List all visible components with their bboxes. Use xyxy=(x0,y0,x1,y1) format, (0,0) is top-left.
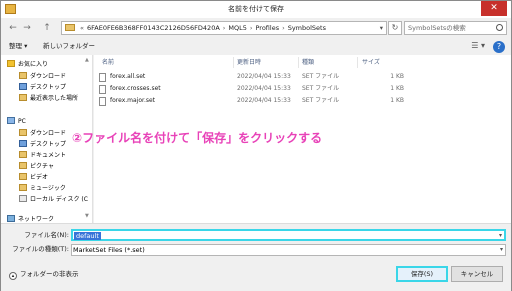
column-divider[interactable] xyxy=(233,57,234,68)
sidebar-item-pc-desktop[interactable]: デスクトップ xyxy=(19,140,66,150)
breadcrumb-separator: › xyxy=(282,24,285,32)
file-row[interactable]: forex.crosses.set 2022/04/04 15:33 SET フ… xyxy=(94,83,504,95)
pc-icon xyxy=(7,117,15,124)
file-name: forex.major.set xyxy=(110,97,156,104)
instruction-annotation: ②ファイル名を付けて「保存」をクリックする xyxy=(72,131,323,145)
chevron-down-icon[interactable]: ▾ xyxy=(500,245,503,255)
sidebar-item-videos[interactable]: ビデオ xyxy=(19,173,48,183)
sidebar-item-pc[interactable]: PC xyxy=(7,117,26,127)
file-type: SET ファイル xyxy=(302,97,340,104)
network-icon xyxy=(7,215,15,222)
save-dialog: 名前を付けて保存 ✕ ← → ↑ «6FAE0FE6B368FF0143C212… xyxy=(0,0,512,291)
address-bar[interactable]: «6FAE0FE6B368FF0143C2126D56FD420A › MQL5 › P… xyxy=(61,21,387,35)
file-icon xyxy=(99,97,106,106)
sidebar-item-desktop[interactable]: デスクトップ xyxy=(19,83,66,93)
folder-icon xyxy=(19,72,27,79)
folder-icon xyxy=(19,129,27,136)
sidebar-item-downloads[interactable]: ダウンロード xyxy=(19,72,66,82)
title-bar: 名前を付けて保存 ✕ xyxy=(1,1,511,18)
close-button[interactable]: ✕ xyxy=(481,1,507,16)
scroll-down-icon[interactable]: ▼ xyxy=(85,213,89,219)
file-size: 1 KB xyxy=(390,73,404,80)
folder-icon xyxy=(19,162,27,169)
search-icon xyxy=(496,24,503,31)
folder-icon xyxy=(19,83,27,90)
back-arrow-icon[interactable]: ← xyxy=(7,22,19,34)
window-title: 名前を付けて保存 xyxy=(228,5,284,13)
hide-folders-label: フォルダーの非表示 xyxy=(20,270,79,278)
file-row[interactable]: forex.major.set 2022/04/04 15:33 SET ファイ… xyxy=(94,95,504,107)
sidebar-item-recent-places[interactable]: 最近表示した場所 xyxy=(19,94,78,104)
star-icon xyxy=(7,60,15,67)
sidebar-item-network[interactable]: ネットワーク xyxy=(7,215,54,223)
column-header-modified[interactable]: 更新日時 xyxy=(237,58,261,67)
file-type: SET ファイル xyxy=(302,73,340,80)
sidebar-item-music[interactable]: ミュージック xyxy=(19,184,66,194)
column-divider[interactable] xyxy=(357,57,358,68)
sidebar-item-local-disk[interactable]: ローカル ディスク (C xyxy=(19,195,88,205)
filetype-value: MarketSet Files (*.set) xyxy=(73,246,145,254)
sidebar-item-documents[interactable]: ドキュメント xyxy=(19,151,66,161)
search-input[interactable]: SymbolSetsの検索 xyxy=(404,21,507,35)
help-icon[interactable]: ? xyxy=(493,41,505,53)
breadcrumb-mql5[interactable]: MQL5 xyxy=(228,24,246,32)
filetype-label: ファイルの種類(T): xyxy=(12,245,69,253)
organize-button[interactable]: 整理 ▾ xyxy=(9,41,27,52)
folder-icon xyxy=(19,140,27,147)
breadcrumb-symbolsets[interactable]: SymbolSets xyxy=(288,24,326,32)
file-name: forex.all.set xyxy=(110,73,146,80)
file-type: SET ファイル xyxy=(302,85,340,92)
folder-icon xyxy=(19,173,27,180)
folder-icon xyxy=(19,151,27,158)
filetype-select[interactable]: MarketSet Files (*.set) ▾ xyxy=(71,244,506,256)
view-options-icon[interactable]: ☰ ▾ xyxy=(471,41,485,51)
filename-value: default xyxy=(74,232,101,240)
folder-icon xyxy=(19,184,27,191)
toolbar: 整理 ▾ 新しいフォルダー ☰ ▾ ? xyxy=(1,38,511,55)
sidebar-item-favorites[interactable]: お気に入り xyxy=(7,60,48,70)
disk-icon xyxy=(19,195,27,202)
file-size: 1 KB xyxy=(390,97,404,104)
column-divider[interactable] xyxy=(298,57,299,68)
filename-label: ファイル名(N): xyxy=(24,231,69,239)
refresh-icon[interactable]: ↻ xyxy=(388,21,402,35)
save-button[interactable]: 保存(S) xyxy=(396,266,448,282)
file-icon xyxy=(99,85,106,94)
file-modified: 2022/04/04 15:33 xyxy=(237,85,291,92)
breadcrumb-profiles[interactable]: Profiles xyxy=(255,24,279,32)
file-modified: 2022/04/04 15:33 xyxy=(237,73,291,80)
column-header-name[interactable]: 名前 xyxy=(102,58,114,67)
collapse-icon: ▴ xyxy=(9,272,17,280)
navigation-bar: ← → ↑ «6FAE0FE6B368FF0143C2126D56FD420A ›… xyxy=(1,19,511,37)
cancel-button[interactable]: キャンセル xyxy=(451,266,503,282)
chevron-down-icon[interactable]: ▾ xyxy=(499,231,502,241)
column-header-size[interactable]: サイズ xyxy=(362,58,380,67)
sidebar-item-pictures[interactable]: ピクチャ xyxy=(19,162,54,172)
up-arrow-icon[interactable]: ↑ xyxy=(41,22,53,34)
file-row[interactable]: forex.all.set 2022/04/04 15:33 SET ファイル … xyxy=(94,71,504,83)
file-name: forex.crosses.set xyxy=(110,85,161,92)
scroll-up-icon[interactable]: ▲ xyxy=(85,57,89,63)
search-placeholder: SymbolSetsの検索 xyxy=(408,24,466,32)
filename-input[interactable]: default ▾ xyxy=(71,229,506,241)
sidebar-item-pc-downloads[interactable]: ダウンロード xyxy=(19,129,66,139)
new-folder-button[interactable]: 新しいフォルダー xyxy=(43,41,95,52)
file-size: 1 KB xyxy=(390,85,404,92)
file-icon xyxy=(99,73,106,82)
folder-icon xyxy=(19,94,27,101)
save-form: ファイル名(N): default ▾ ファイルの種類(T): MarketSe… xyxy=(1,223,511,291)
forward-arrow-icon[interactable]: → xyxy=(21,22,33,34)
column-header-type[interactable]: 種類 xyxy=(302,58,314,67)
overflow-chevron-icon[interactable]: « xyxy=(77,24,87,32)
address-dropdown-icon[interactable]: ▾ xyxy=(380,22,383,34)
breadcrumb-profile-id[interactable]: 6FAE0FE6B368FF0143C2126D56FD420A xyxy=(87,24,220,32)
folder-icon xyxy=(65,24,75,31)
file-modified: 2022/04/04 15:33 xyxy=(237,97,291,104)
hide-folders-toggle[interactable]: ▴ フォルダーの非表示 xyxy=(9,269,79,280)
